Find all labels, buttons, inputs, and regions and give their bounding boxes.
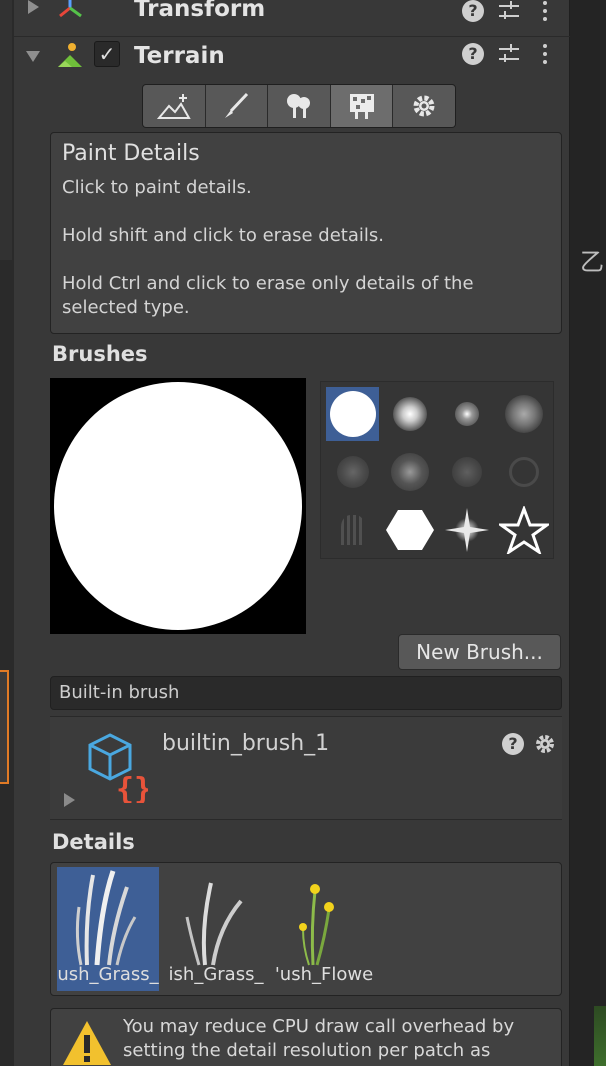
detail-item-label: ish_Grass_ <box>168 964 264 985</box>
help-line: Hold Ctrl and click to erase only detail… <box>62 273 474 318</box>
terrain-settings-tool-button[interactable] <box>393 85 455 127</box>
help-icon[interactable]: ? <box>502 733 524 755</box>
raise-terrain-icon <box>156 94 191 119</box>
preset-icon[interactable] <box>498 43 520 65</box>
help-line: Hold shift and click to erase details. <box>62 225 384 246</box>
terrain-icon <box>58 43 82 67</box>
paint-texture-tool-button[interactable] <box>205 85 269 127</box>
brush-star-outline[interactable] <box>495 501 552 559</box>
help-icon[interactable]: ? <box>462 43 484 65</box>
brush-ring[interactable] <box>495 443 552 501</box>
scene-gutter <box>0 0 14 1066</box>
terrain-tool-toolbar <box>142 84 456 128</box>
detail-item-flower[interactable]: 'ush_Flowe <box>273 867 375 991</box>
scene-text-fragment: 乙 <box>580 248 604 276</box>
transform-foldout[interactable] <box>28 0 39 14</box>
brush-grass-stroke[interactable] <box>324 501 381 559</box>
brush-star-glow[interactable] <box>438 501 495 559</box>
warning-icon <box>63 1021 111 1065</box>
preset-icon[interactable] <box>498 0 520 22</box>
paint-details-title: Paint Details <box>62 141 200 166</box>
brush-asset-foldout[interactable] <box>64 793 75 807</box>
brush-hexagon[interactable] <box>381 501 438 559</box>
brush-asset-header[interactable]: {} builtin_brush_1 ? <box>50 716 562 820</box>
star-outline-icon <box>498 506 549 554</box>
raise-terrain-tool-button[interactable] <box>143 85 206 127</box>
terrain-title: Terrain <box>134 43 225 69</box>
paint-trees-tool-button[interactable] <box>268 85 331 127</box>
brush-scatter-1[interactable] <box>324 443 381 501</box>
brush-scatter-2[interactable] <box>381 443 438 501</box>
gear-icon <box>413 95 435 117</box>
flower-thumbnail <box>299 884 334 966</box>
brush-cloud[interactable] <box>495 385 552 443</box>
help-icon[interactable]: ? <box>462 0 484 22</box>
star-glow-icon <box>444 508 489 552</box>
gutter-segment <box>0 0 12 260</box>
help-line: Click to paint details. <box>62 177 252 198</box>
hexagon-icon <box>385 510 434 550</box>
brush-hard-circle[interactable] <box>326 387 379 441</box>
selected-object-frame <box>0 670 9 784</box>
brush-preview-disc <box>54 382 302 630</box>
brush-asset-name: builtin_brush_1 <box>162 731 330 756</box>
brush-name-field[interactable]: Built-in brush <box>50 676 562 710</box>
brush-soft-circle[interactable] <box>381 385 438 443</box>
inspector-panel: Transform ? Terrain ? ✓ Paint Details Cl… <box>14 0 570 1066</box>
gear-icon[interactable] <box>534 733 556 755</box>
resolution-warning-box: You may reduce CPU draw call overhead by… <box>50 1008 562 1066</box>
details-list: ush_Grass_ ish_Grass_ 'ush_Flowe <box>50 862 562 996</box>
svg-text:{}: {} <box>116 772 148 803</box>
detail-item-grass-1[interactable]: ush_Grass_ <box>57 867 159 991</box>
grass-thumbnail <box>75 870 137 966</box>
terrain-foldout[interactable] <box>26 51 40 62</box>
context-menu-icon[interactable] <box>534 0 556 22</box>
paint-details-tool-button[interactable] <box>330 85 394 127</box>
details-label: Details <box>52 830 135 854</box>
brush-scatter-3[interactable] <box>438 443 495 501</box>
warning-text: You may reduce CPU draw call overhead by… <box>123 1016 515 1061</box>
transform-header[interactable]: Transform ? <box>14 0 570 28</box>
new-brush-button[interactable]: New Brush... <box>398 634 561 670</box>
grass-thumbnail <box>185 882 243 966</box>
brushes-label: Brushes <box>52 342 148 366</box>
paint-brush-icon <box>225 92 249 118</box>
scene-view-edge: 乙 <box>570 0 606 1066</box>
brush-selection-grid <box>320 381 554 559</box>
scene-grass <box>594 1006 606 1066</box>
brush-preview <box>50 378 306 634</box>
script-asset-icon: {} <box>88 733 148 803</box>
detail-item-label: ush_Grass_ <box>57 964 159 985</box>
paint-details-help-box: Paint Details Click to paint details. Ho… <box>50 132 562 334</box>
terrain-enabled-checkbox[interactable]: ✓ <box>94 41 120 67</box>
detail-item-label: 'ush_Flowe <box>274 964 374 985</box>
transform-icon <box>59 0 82 18</box>
context-menu-icon[interactable] <box>534 43 556 65</box>
brush-small-soft-circle[interactable] <box>438 385 495 443</box>
trees-icon <box>286 94 310 118</box>
detail-item-grass-2[interactable]: ish_Grass_ <box>165 867 267 991</box>
transform-title: Transform <box>134 0 266 22</box>
details-icon <box>349 94 374 119</box>
